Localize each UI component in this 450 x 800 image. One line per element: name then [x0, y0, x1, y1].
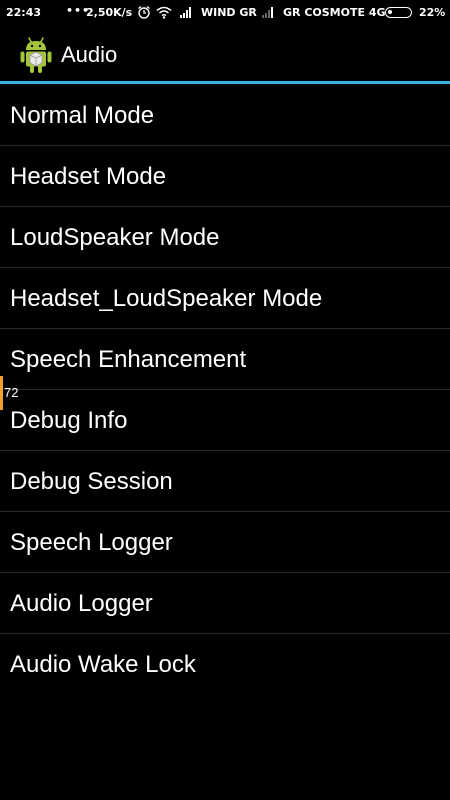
list-item-label: LoudSpeaker Mode [10, 224, 220, 251]
list-item-audio-logger[interactable]: Audio Logger [0, 573, 450, 634]
list-item-label: Audio Logger [10, 590, 153, 617]
action-bar: Audio [0, 25, 450, 82]
android-robot-icon [20, 37, 52, 73]
list-item-label: Normal Mode [10, 102, 155, 129]
wifi-icon [156, 6, 172, 19]
list-item-label: Debug Info [10, 407, 128, 434]
alarm-clock-icon [138, 5, 150, 19]
list-item-label: Speech Logger [10, 529, 173, 556]
list-item-headset-loudspeaker-mode[interactable]: Headset_LoudSpeaker Mode [0, 268, 450, 329]
page-title: Audio [61, 42, 118, 67]
audio-settings-list: Normal Mode Headset Mode LoudSpeaker Mod… [0, 85, 450, 694]
list-item-label: Speech Enhancement [10, 346, 247, 373]
network-speed: 2,50K/s [86, 6, 133, 19]
list-item-debug-info[interactable]: Debug Info [0, 390, 450, 451]
signal-bars-icon [262, 7, 275, 18]
list-item-label: Headset Mode [10, 163, 167, 190]
scroll-indicator [0, 376, 3, 410]
carrier-2-label: GR COSMOTE 4G [283, 6, 386, 19]
carrier-1-label: WIND GR [201, 6, 257, 19]
status-time: 22:43 [6, 6, 42, 19]
scroll-index-label: 72 [4, 385, 19, 400]
battery-percent: 22% [419, 6, 446, 19]
list-item-debug-session[interactable]: Debug Session [0, 451, 450, 512]
list-item-label: Audio Wake Lock [10, 651, 196, 678]
list-item-speech-logger[interactable]: Speech Logger [0, 512, 450, 573]
list-item-normal-mode[interactable]: Normal Mode [0, 85, 450, 146]
battery-icon [385, 7, 412, 18]
action-bar-divider [0, 81, 450, 84]
list-item-loudspeaker-mode[interactable]: LoudSpeaker Mode [0, 207, 450, 268]
list-item-headset-mode[interactable]: Headset Mode [0, 146, 450, 207]
status-bar: 22:43 ••• 2,50K/s WIND GR GR COSMOTE 4G … [0, 0, 450, 25]
list-item-label: Debug Session [10, 468, 173, 495]
list-item-speech-enhancement[interactable]: Speech Enhancement [0, 329, 450, 390]
list-item-audio-wake-lock[interactable]: Audio Wake Lock [0, 634, 450, 694]
battery-fill [388, 10, 392, 14]
list-item-label: Headset_LoudSpeaker Mode [10, 285, 323, 312]
signal-bars-icon [180, 7, 193, 18]
